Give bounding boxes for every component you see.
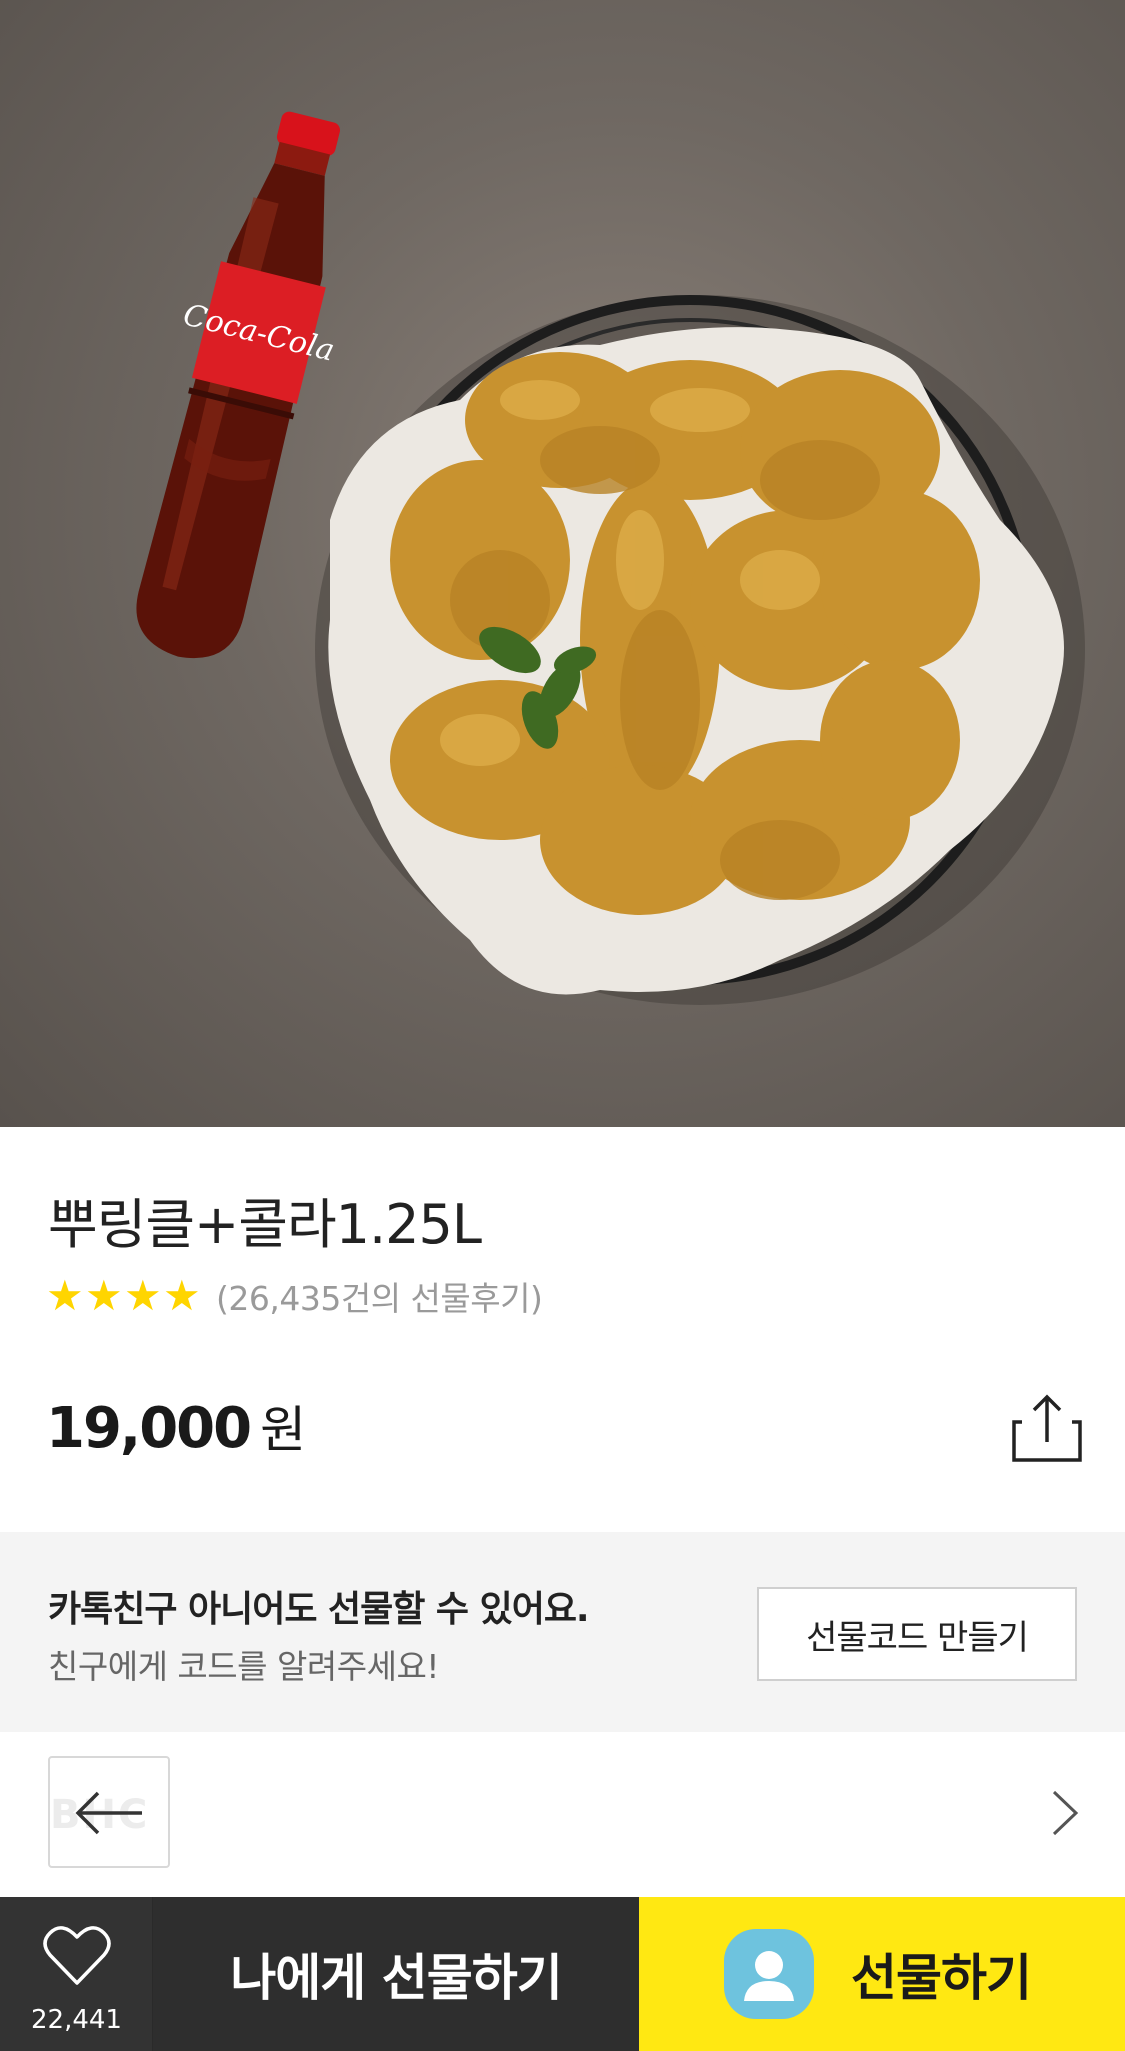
send-gift-label: 선물하기	[851, 1949, 1032, 2007]
brand-row[interactable]: BHC	[0, 1732, 1125, 1897]
star-icon: ★	[124, 1271, 162, 1320]
friend-avatar-icon	[724, 1929, 814, 2019]
chevron-right-icon	[1052, 1790, 1079, 1836]
share-icon	[1012, 1394, 1082, 1462]
send-gift-button[interactable]: 선물하기	[639, 1897, 1125, 2051]
share-button[interactable]	[1010, 1392, 1084, 1464]
star-icon: ★	[85, 1271, 123, 1320]
price: 19,000 원	[46, 1390, 306, 1462]
price-value: 19,000	[46, 1396, 252, 1461]
gift-to-self-button[interactable]: 나에게 선물하기	[153, 1897, 639, 2051]
star-rating: ★ ★ ★ ★	[46, 1271, 202, 1320]
banner-subtitle: 친구에게 코드를 알려주세요!	[48, 1647, 440, 1686]
gift-code-banner: 카톡친구 아니어도 선물할 수 있어요. 친구에게 코드를 알려주세요! 선물코…	[0, 1532, 1125, 1732]
price-unit: 원	[260, 1401, 307, 1459]
product-image: Coca-Cola	[0, 0, 1125, 1127]
brand-next-button[interactable]	[1050, 1788, 1080, 1838]
rating-row[interactable]: ★ ★ ★ ★ (26,435건의 선물후기)	[46, 1271, 543, 1320]
back-arrow-icon	[75, 1791, 142, 1835]
create-gift-code-button[interactable]: 선물코드 만들기	[757, 1587, 1077, 1681]
wishlist-button[interactable]: 22,441	[0, 1897, 153, 2051]
review-count[interactable]: (26,435건의 선물후기)	[216, 1272, 543, 1320]
bottom-action-bar: 22,441 나에게 선물하기 선물하기	[0, 1897, 1125, 2051]
brand-thumbnail[interactable]: BHC	[48, 1756, 170, 1868]
heart-icon	[43, 1926, 111, 1985]
product-title: 뿌링클+콜라1.25L	[48, 1193, 482, 1256]
wishlist-count: 22,441	[31, 2005, 122, 2035]
star-icon: ★	[46, 1271, 84, 1320]
star-icon: ★	[163, 1271, 201, 1320]
banner-title: 카톡친구 아니어도 선물할 수 있어요.	[48, 1589, 590, 1630]
product-photo-illustration: Coca-Cola	[136, 111, 1085, 1005]
